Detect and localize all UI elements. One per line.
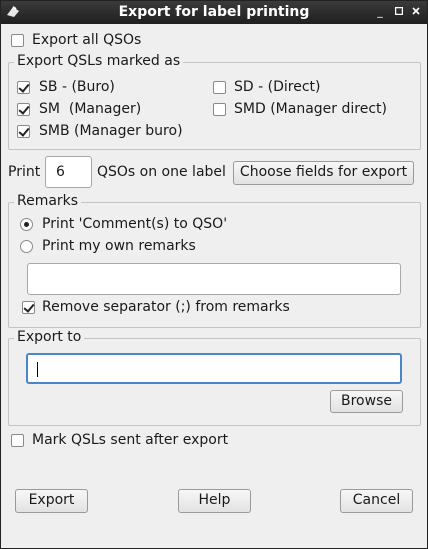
choose-fields-button[interactable]: Choose fields for export: [233, 161, 414, 185]
marked-as-legend: Export QSLs marked as: [14, 53, 184, 69]
own-remarks-input[interactable]: [27, 263, 401, 295]
print-own-remarks-radio[interactable]: [20, 240, 33, 253]
print-comments-radio[interactable]: [20, 218, 33, 231]
print-suffix-label: QSOs on one label: [97, 164, 226, 180]
sb-checkbox[interactable]: [17, 81, 30, 94]
cancel-button[interactable]: Cancel: [340, 489, 413, 513]
sd-label: SD - (Direct): [234, 79, 321, 95]
qsos-per-label-value: 6: [56, 164, 65, 180]
maximize-icon[interactable]: [394, 6, 404, 17]
export-path-input[interactable]: [26, 353, 402, 384]
close-icon[interactable]: [411, 7, 421, 17]
remove-separator-checkbox[interactable]: [22, 301, 35, 314]
remarks-legend: Remarks: [14, 193, 82, 209]
smd-checkbox[interactable]: [213, 103, 226, 116]
export-all-label: Export all QSOs: [32, 32, 142, 48]
print-own-remarks-label: Print my own remarks: [42, 238, 196, 254]
print-comments-label: Print 'Comment(s) to QSO': [42, 216, 228, 232]
browse-button[interactable]: Browse: [330, 390, 403, 413]
help-button[interactable]: Help: [178, 489, 251, 513]
mark-sent-label: Mark QSLs sent after export: [32, 432, 229, 448]
remove-separator-label: Remove separator (;) from remarks: [42, 299, 290, 315]
print-prefix-label: Print: [8, 164, 41, 180]
sm-label: SM (Manager): [39, 101, 142, 117]
sm-checkbox[interactable]: [17, 103, 30, 116]
export-dialog: Export for label printing _ Export all Q…: [0, 0, 428, 549]
minimize-icon[interactable]: _: [375, 6, 385, 17]
export-button[interactable]: Export: [15, 489, 88, 513]
export-all-checkbox[interactable]: [11, 34, 24, 47]
export-to-legend: Export to: [14, 329, 85, 345]
smb-checkbox[interactable]: [17, 125, 30, 138]
text-cursor: [37, 362, 38, 377]
mark-sent-checkbox[interactable]: [11, 434, 24, 447]
qsos-per-label-input[interactable]: 6: [45, 156, 92, 188]
window-title: Export for label printing: [118, 4, 310, 20]
smd-label: SMD (Manager direct): [234, 101, 387, 117]
smb-label: SMB (Manager buro): [39, 123, 183, 139]
sb-label: SB - (Buro): [39, 79, 115, 95]
title-bar: Export for label printing _: [1, 1, 427, 24]
sd-checkbox[interactable]: [213, 81, 226, 94]
